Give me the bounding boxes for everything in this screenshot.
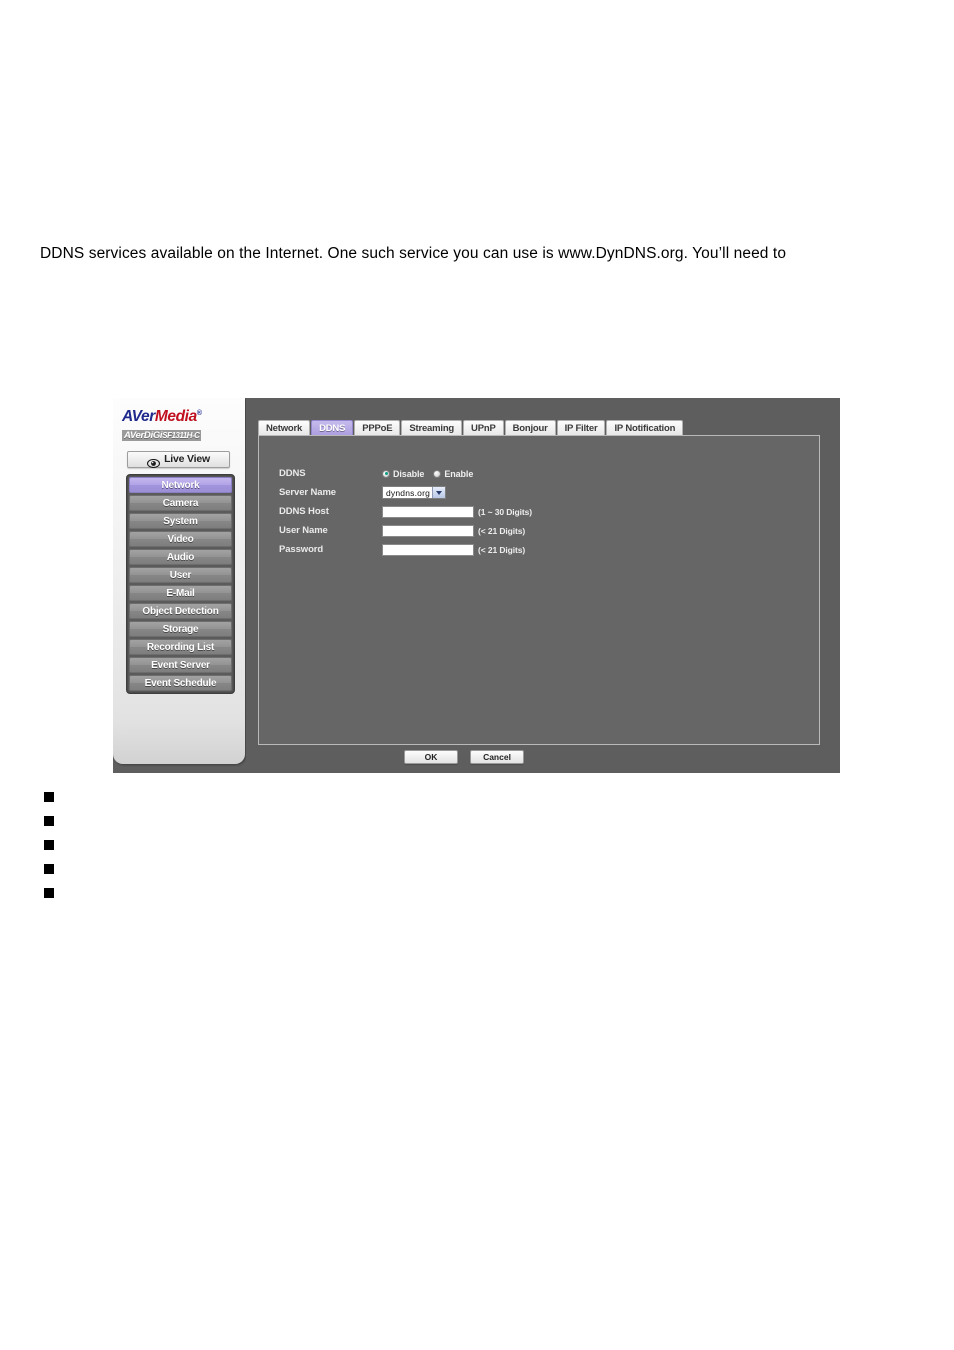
sidebar-item-video[interactable]: Video bbox=[129, 531, 232, 547]
square-bullet-icon bbox=[44, 792, 54, 802]
bullet-list bbox=[44, 785, 444, 905]
ddns-radio-enable[interactable]: Enable bbox=[433, 469, 473, 479]
sidebar-item-label: System bbox=[163, 515, 198, 527]
tab-label: IP Notification bbox=[614, 422, 676, 434]
ddns-radio-group: Disable Enable bbox=[382, 469, 473, 479]
sidebar-item-system[interactable]: System bbox=[129, 513, 232, 529]
tab-label: UPnP bbox=[471, 422, 496, 434]
tab-pppoe[interactable]: PPPoE bbox=[354, 420, 401, 436]
radio-dot-icon bbox=[382, 469, 390, 478]
chevron-down-icon bbox=[432, 487, 445, 498]
sidebar-item-label: Event Server bbox=[151, 659, 210, 671]
tab-label: DDNS bbox=[319, 422, 346, 434]
user-name-input[interactable] bbox=[382, 524, 474, 537]
sidebar-item-label: Network bbox=[161, 479, 200, 491]
sidebar-item-network[interactable]: Network bbox=[129, 477, 232, 493]
trademark-symbol: ® bbox=[196, 410, 202, 417]
sidebar-item-object-detection[interactable]: Object Detection bbox=[129, 603, 232, 619]
tab-label: PPPoE bbox=[362, 422, 393, 434]
form-row-user-name: User Name (< 21 Digits) bbox=[279, 521, 799, 540]
list-item bbox=[44, 857, 444, 881]
form-row-password: Password (< 21 Digits) bbox=[279, 540, 799, 559]
list-item bbox=[44, 881, 444, 905]
main-content-area: Network DDNS PPPoE Streaming UPnP Bonjou… bbox=[246, 398, 840, 773]
sidebar-item-user[interactable]: User bbox=[129, 567, 232, 583]
sidebar-item-event-schedule[interactable]: Event Schedule bbox=[129, 675, 232, 691]
sidebar-item-label: Video bbox=[167, 533, 194, 545]
square-bullet-icon bbox=[44, 864, 54, 874]
live-view-label: Live View bbox=[164, 453, 210, 465]
radio-dot-icon bbox=[433, 469, 442, 478]
sidebar-item-label: Recording List bbox=[146, 641, 215, 653]
eye-icon bbox=[147, 455, 161, 469]
radio-label: Enable bbox=[444, 468, 474, 479]
form-row-ddns: DDNS Disable Enable bbox=[279, 464, 799, 483]
ddns-form: DDNS Disable Enable Server Name dyndns.o… bbox=[279, 464, 799, 559]
server-name-label: Server Name bbox=[279, 487, 336, 498]
password-label: Password bbox=[279, 544, 324, 555]
sidebar-menu: Network Camera System Video Audio User E… bbox=[126, 474, 235, 694]
settings-tabbar: Network DDNS PPPoE Streaming UPnP Bonjou… bbox=[258, 420, 684, 436]
embedded-screenshot-figure: AVerMedia® AVerDiGiSF1311H-C Live View N… bbox=[113, 398, 840, 773]
brand-name-aver: AVer bbox=[122, 408, 155, 426]
app-sidebar: AVerMedia® AVerDiGiSF1311H-C Live View N… bbox=[113, 398, 245, 764]
form-action-buttons: OK Cancel bbox=[404, 750, 524, 764]
brand-name-media: Media bbox=[154, 408, 197, 426]
tab-label: Network bbox=[266, 422, 303, 434]
ok-button[interactable]: OK bbox=[404, 750, 458, 764]
model-number-label: SF1311H-C bbox=[162, 431, 200, 441]
server-name-select[interactable]: dyndns.org bbox=[382, 486, 446, 499]
list-item bbox=[44, 809, 444, 833]
ddns-settings-panel: DDNS Disable Enable Server Name dyndns.o… bbox=[258, 435, 820, 745]
user-name-hint: (< 21 Digits) bbox=[478, 525, 526, 536]
tab-network[interactable]: Network bbox=[258, 420, 311, 436]
square-bullet-icon bbox=[44, 840, 54, 850]
sidebar-item-recording-list[interactable]: Recording List bbox=[129, 639, 232, 655]
form-row-ddns-host: DDNS Host (1 ~ 30 Digits) bbox=[279, 502, 799, 521]
tab-bonjour[interactable]: Bonjour bbox=[504, 420, 556, 436]
list-item bbox=[44, 785, 444, 809]
body-paragraph: DDNS services available on the Internet.… bbox=[40, 245, 787, 262]
ddns-radio-disable[interactable]: Disable bbox=[382, 469, 424, 479]
product-line-label: AVerDiGi bbox=[124, 430, 163, 442]
sidebar-item-email[interactable]: E-Mail bbox=[129, 585, 232, 601]
sidebar-item-label: E-Mail bbox=[166, 587, 195, 599]
tab-label: Bonjour bbox=[512, 422, 548, 434]
password-input[interactable] bbox=[382, 543, 474, 556]
sidebar-item-label: Object Detection bbox=[142, 605, 219, 617]
sidebar-item-storage[interactable]: Storage bbox=[129, 621, 232, 637]
live-view-button[interactable]: Live View bbox=[127, 451, 230, 469]
ddns-host-input[interactable] bbox=[382, 505, 474, 518]
tab-ip-notification[interactable]: IP Notification bbox=[606, 420, 684, 436]
sidebar-item-camera[interactable]: Camera bbox=[129, 495, 232, 511]
tab-ip-filter[interactable]: IP Filter bbox=[556, 420, 606, 436]
cancel-button[interactable]: Cancel bbox=[470, 750, 524, 764]
tab-ddns[interactable]: DDNS bbox=[311, 420, 354, 436]
tab-streaming[interactable]: Streaming bbox=[401, 420, 463, 436]
tab-upnp[interactable]: UPnP bbox=[463, 420, 504, 436]
sidebar-item-label: Audio bbox=[166, 551, 195, 563]
ddns-host-label: DDNS Host bbox=[279, 506, 329, 517]
square-bullet-icon bbox=[44, 888, 54, 898]
list-item bbox=[44, 833, 444, 857]
product-line-badge: AVerDiGiSF1311H-C bbox=[122, 430, 202, 442]
sidebar-item-label: Camera bbox=[162, 497, 199, 509]
ddns-label: DDNS bbox=[279, 468, 306, 479]
tab-label: Streaming bbox=[409, 422, 455, 434]
user-name-label: User Name bbox=[279, 525, 328, 536]
brand-logo: AVerMedia® AVerDiGiSF1311H-C bbox=[122, 406, 238, 442]
sidebar-item-label: Event Schedule bbox=[144, 677, 217, 689]
sidebar-item-label: User bbox=[169, 569, 192, 581]
ddns-host-hint: (1 ~ 30 Digits) bbox=[478, 506, 533, 517]
password-hint: (< 21 Digits) bbox=[478, 544, 526, 555]
sidebar-item-event-server[interactable]: Event Server bbox=[129, 657, 232, 673]
form-row-server-name: Server Name dyndns.org bbox=[279, 483, 799, 502]
brand-name: AVerMedia® bbox=[122, 406, 238, 425]
tab-label: IP Filter bbox=[564, 422, 598, 434]
radio-label: Disable bbox=[393, 468, 425, 479]
sidebar-item-label: Storage bbox=[162, 623, 199, 635]
sidebar-item-audio[interactable]: Audio bbox=[129, 549, 232, 565]
square-bullet-icon bbox=[44, 816, 54, 826]
server-name-selected-value: dyndns.org bbox=[386, 487, 431, 498]
